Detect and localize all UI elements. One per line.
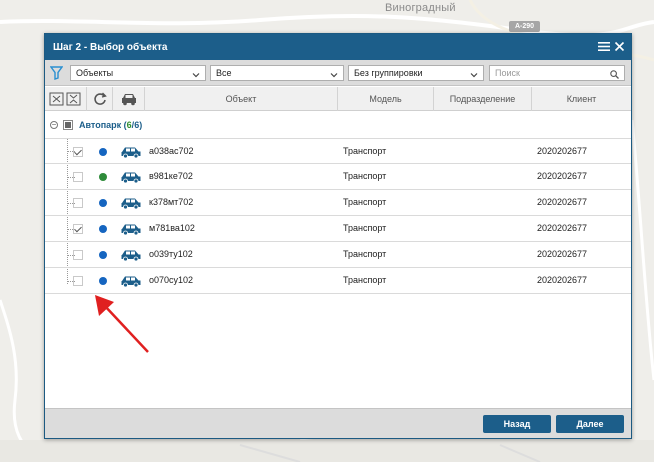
status-dot-icon (99, 148, 107, 156)
table-row[interactable]: о039ту102 Транспорт 2020202677 (45, 242, 631, 268)
header-refresh (87, 87, 113, 111)
status-dot-icon (99, 225, 107, 233)
object-client: 2020202677 (537, 171, 588, 181)
chevron-down-icon (470, 69, 478, 83)
object-client: 2020202677 (537, 223, 588, 233)
status-value: Все (216, 68, 232, 78)
dialog-titlebar: Шаг 2 - Выбор объекта (45, 34, 631, 60)
tree-connector-branch (67, 229, 75, 230)
filter-icon[interactable] (49, 66, 64, 82)
table-row[interactable]: о070су102 Транспорт 2020202677 (45, 268, 631, 294)
grouping-value: Без группировки (354, 68, 423, 78)
object-name: а038ас702 (149, 146, 194, 156)
dialog-title: Шаг 2 - Выбор объекта (53, 41, 168, 53)
menu-icon[interactable] (598, 41, 610, 55)
back-button[interactable]: Назад (483, 415, 551, 433)
object-model: Транспорт (343, 223, 387, 233)
table-row[interactable]: в981ке702 Транспорт 2020202677 (45, 164, 631, 190)
search-input[interactable]: Поиск (489, 65, 625, 81)
car-icon (120, 275, 142, 289)
object-name: к378мт702 (149, 197, 194, 207)
header-vehicle-type (113, 87, 145, 111)
car-icon (120, 171, 142, 185)
table-row[interactable]: а038ас702 Транспорт 2020202677 (45, 138, 631, 164)
dialog-footer: Назад Далее (45, 408, 631, 438)
object-name: м781ва102 (149, 223, 195, 233)
map-place-label: Виноградный (385, 2, 456, 14)
search-icon[interactable] (610, 69, 619, 83)
header-expand-collapse (45, 87, 87, 111)
tree-connector-branch (67, 177, 75, 178)
tree-connector-branch (67, 203, 75, 204)
group-count-close: ) (139, 120, 143, 130)
group-label: Автопарк (6/6) (79, 120, 142, 130)
status-dot-icon (99, 251, 107, 259)
close-icon[interactable] (614, 41, 625, 55)
car-icon (120, 249, 142, 263)
chevron-down-icon (192, 69, 200, 83)
object-model: Транспорт (343, 275, 387, 285)
chevron-down-icon (330, 69, 338, 83)
group-checkbox[interactable] (63, 120, 73, 130)
car-icon (120, 146, 142, 160)
filter-bar: Объекты Все Без группировки Поиск (45, 60, 631, 86)
status-dot-icon (99, 199, 107, 207)
header-client[interactable]: Клиент (532, 87, 631, 111)
grouping-select[interactable]: Без группировки (348, 65, 484, 81)
object-type-value: Объекты (76, 68, 114, 78)
table-row[interactable]: к378мт702 Транспорт 2020202677 (45, 190, 631, 216)
search-placeholder: Поиск (495, 68, 520, 78)
header-model[interactable]: Модель (338, 87, 434, 111)
object-name: о039ту102 (149, 249, 193, 259)
object-name: о070су102 (149, 275, 194, 285)
next-button[interactable]: Далее (556, 415, 624, 433)
tree-connector-branch (67, 151, 75, 152)
object-name: в981ке702 (149, 171, 193, 181)
status-dot-icon (99, 173, 107, 181)
status-select[interactable]: Все (210, 65, 344, 81)
group-row-avtopark[interactable]: − Автопарк (6/6) (45, 112, 631, 138)
car-icon (120, 197, 142, 211)
object-model: Транспорт (343, 197, 387, 207)
object-rows: а038ас702 Транспорт 2020202677 в981ке702 Тра… (45, 138, 631, 294)
header-object[interactable]: Объект (145, 87, 338, 111)
object-client: 2020202677 (537, 146, 588, 156)
road-number-badge: А-290 (509, 21, 540, 32)
table-header: Объект Модель Подразделение Клиент (45, 87, 631, 111)
collapse-icon[interactable]: − (50, 121, 58, 129)
object-model: Транспорт (343, 249, 387, 259)
group-name: Автопарк (79, 120, 122, 130)
select-object-dialog: Шаг 2 - Выбор объекта Объекты Все Без гр… (44, 33, 632, 439)
car-icon (120, 223, 142, 237)
row-checkbox[interactable] (73, 147, 83, 157)
tree-connector-branch (67, 255, 75, 256)
table-row[interactable]: м781ва102 Транспорт 2020202677 (45, 216, 631, 242)
object-model: Транспорт (343, 146, 387, 156)
header-division[interactable]: Подразделение (434, 87, 532, 111)
tree-connector-branch (67, 281, 75, 282)
object-client: 2020202677 (537, 275, 588, 285)
object-client: 2020202677 (537, 197, 588, 207)
object-type-select[interactable]: Объекты (70, 65, 206, 81)
status-dot-icon (99, 277, 107, 285)
object-client: 2020202677 (537, 249, 588, 259)
object-model: Транспорт (343, 171, 387, 181)
